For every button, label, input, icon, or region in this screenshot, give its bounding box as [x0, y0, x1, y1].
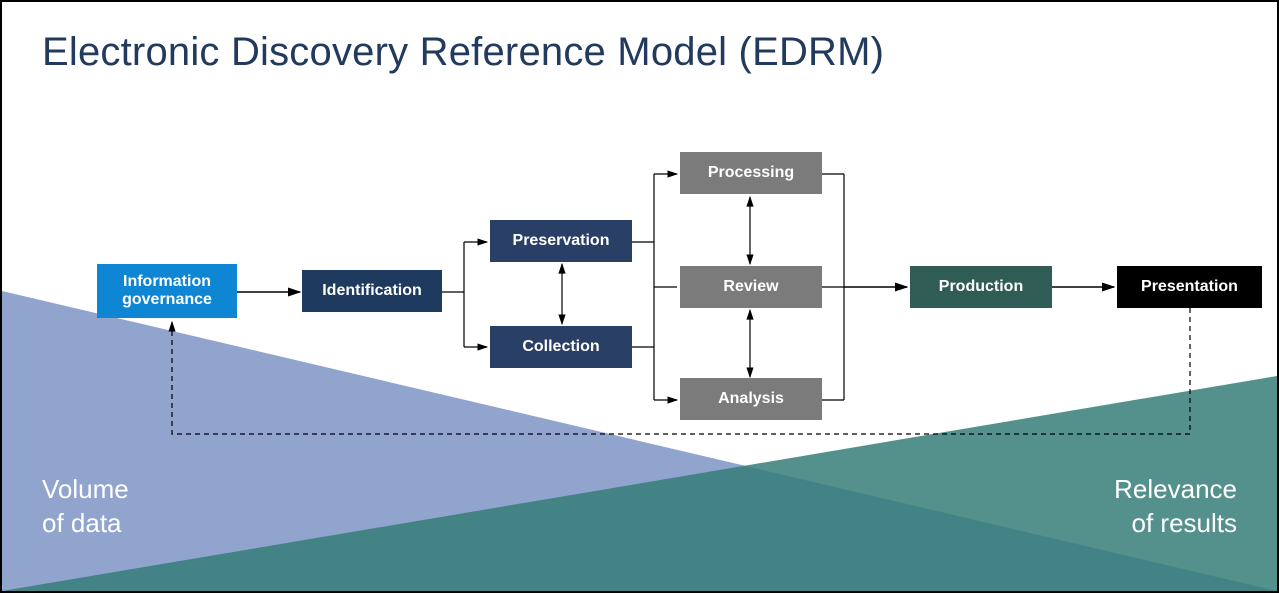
node-information-governance: Information governance	[97, 264, 237, 318]
diagram-frame: Electronic Discovery Reference Model (ED…	[0, 0, 1279, 593]
node-analysis: Analysis	[680, 378, 822, 420]
node-presentation: Presentation	[1117, 266, 1262, 308]
node-review: Review	[680, 266, 822, 308]
node-identification: Identification	[302, 270, 442, 312]
node-collection: Collection	[490, 326, 632, 368]
node-preservation: Preservation	[490, 220, 632, 262]
node-production: Production	[910, 266, 1052, 308]
node-processing: Processing	[680, 152, 822, 194]
